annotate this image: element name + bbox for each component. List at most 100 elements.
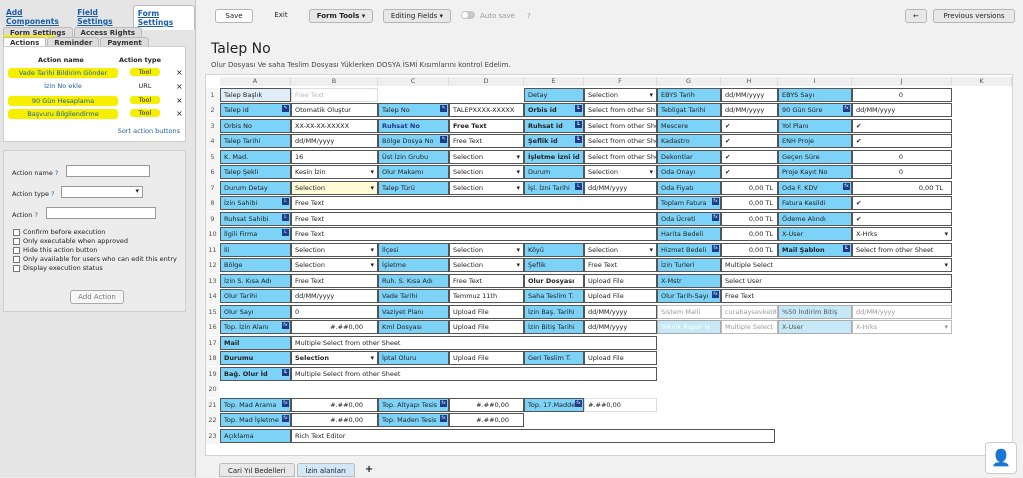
field-label[interactable]: İşletme İzni id [524, 150, 584, 164]
upload-field[interactable]: Upload File [584, 289, 657, 303]
user-select-field[interactable]: Select User [721, 274, 952, 288]
field-label[interactable]: Orbis id L [524, 103, 584, 117]
field-label[interactable]: Bölge [220, 258, 291, 272]
field-input[interactable]: X-Hrks [852, 320, 952, 334]
field-label[interactable]: Ruhsat Sahibi L [220, 212, 291, 226]
action-name[interactable]: İzin No ekle [8, 82, 118, 90]
checkbox-field[interactable]: ✔ [852, 119, 952, 133]
sort-actions-link[interactable]: Sort action buttons [118, 127, 180, 135]
upload-field[interactable]: Upload File [584, 351, 657, 365]
field-input[interactable]: dd/MM/yyyy [584, 305, 657, 319]
field-input[interactable]: Selection [291, 181, 378, 195]
upload-field[interactable]: Upload File [584, 274, 657, 288]
field-label[interactable]: İşletme [378, 258, 449, 272]
field-input[interactable]: Free Text [291, 88, 378, 102]
field-label[interactable]: Köyü [524, 243, 584, 257]
field-input[interactable]: TALEPXXXX-XXXXX [449, 103, 524, 117]
field-label[interactable]: K. Mad. [220, 150, 291, 164]
action-name[interactable]: 90 Gün Hesaplama [8, 96, 118, 106]
field-label[interactable]: Proje Kayıt No [778, 165, 852, 179]
field-label[interactable]: Top. Maden Tesis fx [378, 413, 449, 427]
field-label[interactable]: Kml Dosyası [378, 320, 449, 334]
field-label[interactable]: Talep id ✎ [220, 103, 291, 117]
field-label[interactable]: Oda Ücreti fx [657, 212, 721, 226]
delete-icon[interactable]: × [176, 82, 183, 91]
field-label[interactable]: Şeflik [524, 258, 584, 272]
field-input[interactable]: Selection [584, 165, 657, 179]
field-label[interactable]: Top. Mad Arama fx [220, 398, 291, 412]
checkbox-field[interactable]: ✔ [852, 196, 952, 210]
field-label[interactable]: Hizmet Bedeli fx [657, 243, 721, 257]
rich-text-editor[interactable]: Rich Text Editor [291, 429, 775, 443]
field-label[interactable]: Dekontlar [657, 150, 721, 164]
delete-icon[interactable]: × [176, 96, 183, 105]
field-label[interactable]: Harita Bedeli [657, 227, 721, 241]
field-input[interactable]: 0 [291, 305, 378, 319]
field-input[interactable]: Multiple Select [721, 258, 952, 272]
field-input[interactable]: Free Text [291, 227, 657, 241]
action-name[interactable]: Başvuru Bilgilendirme [8, 109, 118, 119]
field-label[interactable]: İlgili Firma L [220, 227, 291, 241]
field-label[interactable]: Yol Planı [778, 119, 852, 133]
previous-versions-button[interactable]: Previous versions [933, 9, 1015, 23]
field-label[interactable]: Talep Başlık [220, 88, 291, 102]
checkbox-field[interactable]: ✔ [721, 119, 778, 133]
field-input[interactable]: dd/MM/yyyy [584, 181, 657, 195]
tab-cari-yil-bedelleri[interactable]: Cari Yıl Bedelleri [219, 463, 295, 477]
field-label[interactable]: Detay [524, 88, 584, 102]
field-input[interactable]: Select from other Sheet [852, 243, 952, 257]
field-label[interactable]: İptal Oluru [378, 351, 449, 365]
checkbox-field[interactable]: ✔ [721, 134, 778, 148]
field-input[interactable]: 16 [291, 150, 378, 164]
field-label[interactable]: X-User [778, 227, 852, 241]
field-label[interactable]: İzin Bitiş Tarihi [524, 320, 584, 334]
field-label[interactable]: Şeflik id L [524, 134, 584, 148]
field-label[interactable]: Ruhsat No [378, 119, 449, 133]
checkbox-field[interactable]: ✔ [721, 165, 778, 179]
field-label[interactable]: Üst İzin Grubu [378, 150, 449, 164]
field-label[interactable]: Vaziyet Planı [378, 305, 449, 319]
action-input[interactable] [46, 207, 156, 219]
action-name-input[interactable] [66, 165, 150, 177]
field-label[interactable]: Bölge Dosya No ✎ [378, 134, 449, 148]
upload-field[interactable]: Upload File [449, 351, 524, 365]
field-input[interactable]: 0 [852, 88, 952, 102]
arrow-left-icon[interactable]: ← [905, 9, 927, 23]
field-input[interactable]: Selection [449, 258, 524, 272]
field-label[interactable]: Top. Altyapı Tesis fx [378, 398, 449, 412]
field-label[interactable]: Olur Sayı [220, 305, 291, 319]
field-label[interactable]: İlçesi [378, 243, 449, 257]
field-label[interactable]: Top. Mad İşletme fx [220, 413, 291, 427]
field-label[interactable]: Geçen Süre [778, 150, 852, 164]
field-input[interactable]: #.##0,00 [291, 398, 378, 412]
field-label[interactable]: %50 İndirim Bitiş [778, 305, 852, 319]
field-label[interactable]: Olur Tarih-Sayı fx [657, 289, 721, 303]
field-label[interactable]: 90 Gün Süre fx [778, 103, 852, 117]
field-input[interactable]: Select from other She [584, 134, 657, 148]
field-input[interactable]: Free Text [584, 258, 657, 272]
field-label[interactable]: Kadastro [657, 134, 721, 148]
field-label[interactable]: İzin Baş. Tarihi [524, 305, 584, 319]
field-input[interactable]: #.##0,00 [291, 413, 378, 427]
approved-checkbox[interactable]: Only executable when approved [13, 237, 128, 245]
field-input[interactable]: dd/MM/yyyy [721, 88, 778, 102]
field-input[interactable]: #.##0,00 [584, 398, 657, 412]
field-label[interactable]: Mail [220, 336, 291, 350]
field-label[interactable]: Oda Onayı [657, 165, 721, 179]
status-checkbox[interactable]: Display execution status [13, 264, 103, 272]
field-input[interactable]: Otomatik Oluştur [291, 103, 378, 117]
field-input[interactable]: 0,00 TL [721, 243, 778, 257]
field-label[interactable]: Saha Teslim T. [524, 289, 584, 303]
field-label[interactable]: Mescere [657, 119, 721, 133]
field-label[interactable]: Açıklama [220, 429, 291, 443]
field-label[interactable]: Olur Tarihi [220, 289, 291, 303]
action-name[interactable]: Vade Tarihi Bildirim Gönder [8, 68, 118, 78]
field-label[interactable]: Ruh. S. Kısa Adı [378, 274, 449, 288]
help-icon[interactable]: ? [527, 12, 531, 20]
checkbox-field[interactable]: ✔ [721, 150, 778, 164]
field-input[interactable]: dd/MM/yyyy [291, 134, 378, 148]
field-label[interactable]: X-Mstr [657, 274, 721, 288]
field-input[interactable]: XX-XX-XX-XXXXX [291, 119, 378, 133]
delete-icon[interactable]: × [176, 68, 183, 77]
action-type-select[interactable] [61, 186, 143, 198]
